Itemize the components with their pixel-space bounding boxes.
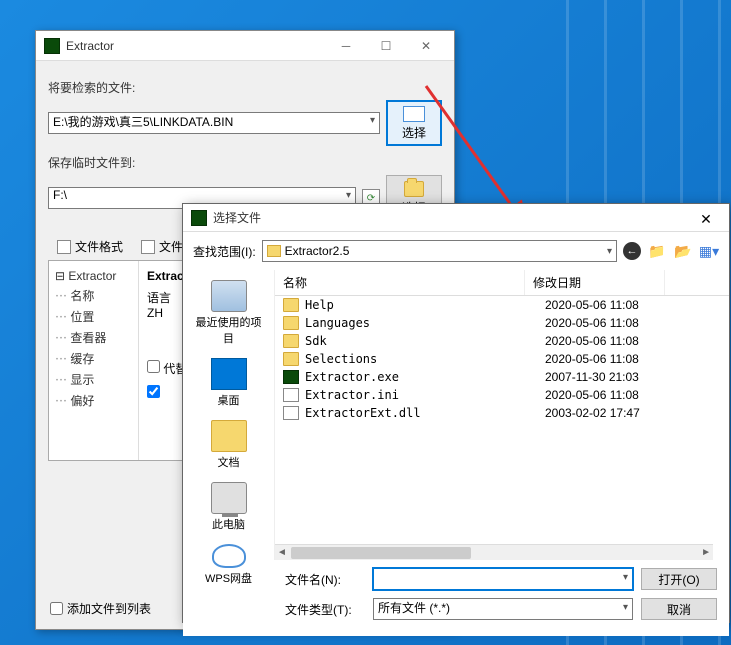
file-name: ExtractorExt.dll [305, 406, 537, 420]
place-recent[interactable]: 最近使用的项目 [189, 276, 269, 350]
close-button[interactable]: ✕ [406, 32, 446, 60]
cloud-icon [212, 544, 246, 568]
file-name: Help [305, 298, 537, 312]
folder-icon [267, 245, 281, 257]
folder-icon [283, 316, 299, 330]
page-icon [57, 240, 71, 254]
pc-icon [211, 482, 247, 514]
main-titlebar: Extractor ─ ☐ ✕ [36, 31, 454, 61]
filetype-combo[interactable]: 所有文件 (*.*) [373, 598, 633, 620]
place-desktop[interactable]: 桌面 [189, 354, 269, 412]
file-date: 2020-05-06 11:08 [537, 388, 677, 402]
open-button[interactable]: 打开(O) [641, 568, 717, 590]
file-open-dialog: 选择文件 ✕ 查找范围(I): Extractor2.5 ▾ ← 📁 📂 ▦▾ … [182, 203, 730, 623]
file-name: Sdk [305, 334, 537, 348]
folder-icon [283, 334, 299, 348]
new-folder-button[interactable]: 📂 [673, 241, 693, 261]
up-folder-button[interactable]: 📁 [647, 241, 667, 261]
search-path-input[interactable]: E:\我的游戏\真三5\LINKDATA.BIN [48, 112, 380, 134]
file-date: 2020-05-06 11:08 [537, 352, 677, 366]
dialog-app-icon [191, 210, 207, 226]
place-wps[interactable]: WPS网盘 [189, 540, 269, 590]
file-row[interactable]: Selections2020-05-06 11:08 [275, 350, 729, 368]
add-to-list-label: 添加文件到列表 [67, 600, 151, 617]
ini-icon [283, 388, 299, 402]
cancel-button[interactable]: 取消 [641, 598, 717, 620]
tree-item-name[interactable]: 名称 [55, 285, 132, 306]
file-name: Extractor.exe [305, 370, 537, 384]
recent-icon [211, 280, 247, 312]
documents-icon [211, 420, 247, 452]
place-documents[interactable]: 文档 [189, 416, 269, 474]
select-file-button[interactable]: 选择 [386, 100, 442, 146]
folder-icon [283, 298, 299, 312]
file-name: Extractor.ini [305, 388, 537, 402]
search-file-label: 将要检索的文件: [48, 79, 442, 96]
tree-root[interactable]: ⊟ Extractor [55, 267, 132, 285]
back-button[interactable]: ← [623, 242, 641, 260]
file-row[interactable]: Extractor.ini2020-05-06 11:08 [275, 386, 729, 404]
save-temp-label: 保存临时文件到: [48, 154, 442, 171]
column-name[interactable]: 名称 [275, 270, 525, 295]
file-date: 2003-02-02 17:47 [537, 406, 677, 420]
dialog-close-button[interactable]: ✕ [691, 208, 721, 230]
view-menu-button[interactable]: ▦▾ [699, 241, 719, 261]
file-row[interactable]: Sdk2020-05-06 11:08 [275, 332, 729, 350]
page-icon [141, 240, 155, 254]
file-row[interactable]: Help2020-05-06 11:08 [275, 296, 729, 314]
file-name: Selections [305, 352, 537, 366]
folder-icon [283, 352, 299, 366]
file-date: 2020-05-06 11:08 [537, 334, 677, 348]
tree-item-location[interactable]: 位置 [55, 306, 132, 327]
tree-item-preference[interactable]: 偏好 [55, 390, 132, 411]
exe-icon [283, 370, 299, 384]
column-date[interactable]: 修改日期 [525, 270, 665, 295]
places-bar: 最近使用的项目 桌面 文档 此电脑 WPS网盘 [183, 270, 275, 560]
scroll-thumb[interactable] [291, 547, 471, 559]
horizontal-scrollbar[interactable] [275, 544, 713, 560]
tree-item-display[interactable]: 显示 [55, 369, 132, 390]
dialog-titlebar: 选择文件 ✕ [183, 204, 729, 232]
file-row[interactable]: Languages2020-05-06 11:08 [275, 314, 729, 332]
file-date: 2020-05-06 11:08 [537, 298, 677, 312]
folder-open-icon [404, 181, 424, 197]
file-name: Languages [305, 316, 537, 330]
dll-icon [283, 406, 299, 420]
tree-item-cache[interactable]: 缓存 [55, 348, 132, 369]
app-icon [44, 38, 60, 54]
lookin-label: 查找范围(I): [193, 243, 256, 260]
checkbox-2[interactable] [147, 385, 160, 398]
tab-file-format[interactable]: 文件格式 [48, 233, 132, 260]
location-combo[interactable]: Extractor2.5 ▾ [262, 240, 617, 262]
file-date: 2020-05-06 11:08 [537, 316, 677, 330]
options-tree: ⊟ Extractor 名称 位置 查看器 缓存 显示 偏好 [49, 261, 139, 460]
place-thispc[interactable]: 此电脑 [189, 478, 269, 536]
filetype-label: 文件类型(T): [285, 601, 365, 618]
window-title: Extractor [66, 39, 326, 53]
dialog-title: 选择文件 [213, 209, 721, 226]
list-header: 名称 修改日期 [275, 270, 729, 296]
file-list: 名称 修改日期 Help2020-05-06 11:08Languages202… [275, 270, 729, 560]
replace-checkbox[interactable] [147, 360, 160, 373]
file-date: 2007-11-30 21:03 [537, 370, 677, 384]
filename-label: 文件名(N): [285, 571, 365, 588]
minimize-button[interactable]: ─ [326, 32, 366, 60]
add-to-list-checkbox[interactable] [50, 602, 63, 615]
dialog-toolbar: 查找范围(I): Extractor2.5 ▾ ← 📁 📂 ▦▾ [183, 232, 729, 270]
envelope-icon [403, 106, 425, 122]
filename-input[interactable] [373, 568, 633, 590]
file-row[interactable]: ExtractorExt.dll2003-02-02 17:47 [275, 404, 729, 422]
file-row[interactable]: Extractor.exe2007-11-30 21:03 [275, 368, 729, 386]
maximize-button[interactable]: ☐ [366, 32, 406, 60]
tree-item-viewer[interactable]: 查看器 [55, 327, 132, 348]
desktop-icon [211, 358, 247, 390]
